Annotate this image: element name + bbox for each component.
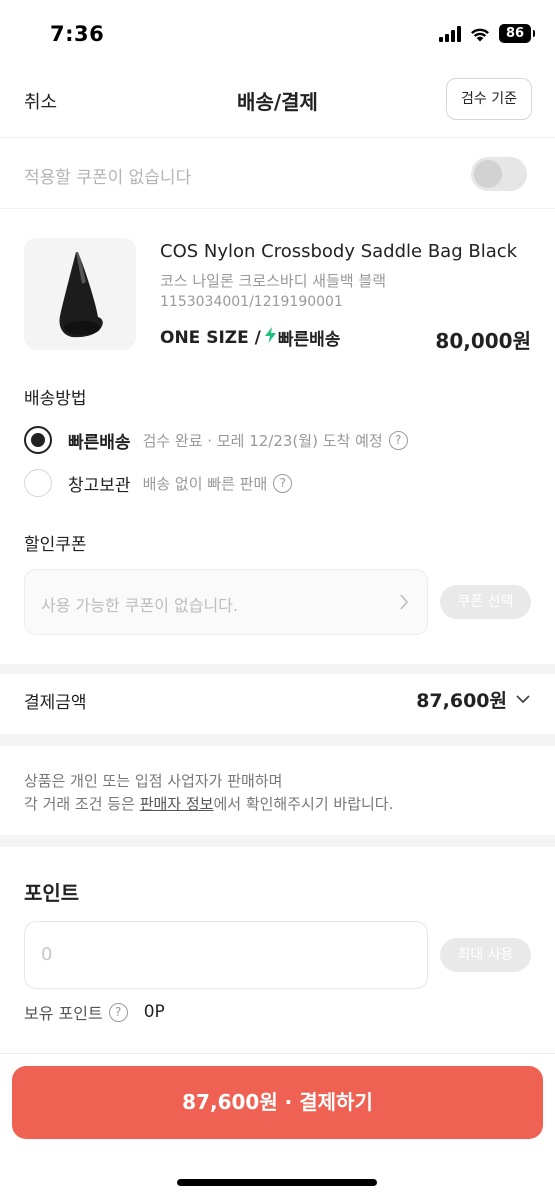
toggle-knob [474, 160, 502, 188]
chevron-down-icon[interactable] [515, 694, 531, 704]
help-icon[interactable]: ? [388, 430, 408, 450]
header: 취소 배송/결제 검수 기준 [0, 70, 555, 138]
section-divider [0, 835, 555, 847]
delivery-option-desc: 배송 없이 빠른 판매 [142, 474, 268, 493]
section-divider [0, 734, 555, 746]
product-image [24, 238, 136, 350]
radio-button[interactable] [24, 426, 52, 454]
delivery-option-label: 빠른배송 [68, 432, 131, 453]
points-title: 포인트 [24, 881, 80, 905]
radio-button[interactable] [24, 469, 52, 497]
pay-button[interactable]: 87,600원 · 결제하기 [12, 1066, 543, 1139]
wifi-icon [469, 26, 491, 42]
notice-text: 각 거래 조건 등은 [24, 795, 140, 813]
payment-amount-label: 결제금액 [24, 693, 87, 713]
coupon-select-box[interactable]: 사용 가능한 쿠폰이 없습니다. [24, 569, 428, 635]
section-divider [0, 664, 555, 674]
express-label: 빠른배송 [277, 330, 341, 350]
notice-line: 각 거래 조건 등은 판매자 정보에서 확인해주시기 바랍니다. [24, 793, 393, 816]
delivery-option-desc: 검수 완료 · 모레 12/23(월) 도착 예정 [142, 431, 383, 450]
help-icon[interactable]: ? [108, 1002, 128, 1022]
payment-amount-row[interactable]: 결제금액 87,600원 [0, 674, 555, 734]
product-option: ONE SIZE / 빠른배송 [160, 325, 340, 350]
discount-coupon-title: 할인쿠폰 [24, 535, 87, 555]
coupon-apply-row: 적용할 쿠폰이 없습니다 [0, 139, 555, 209]
delivery-method-title: 배송방법 [24, 389, 87, 409]
product-korean-name: 코스 나일론 크로스바디 새들백 블랙 [160, 272, 387, 290]
delivery-option-label: 창고보관 [68, 475, 131, 496]
max-use-button[interactable]: 최대 사용 [440, 938, 531, 972]
notice-text: 에서 확인해주시기 바랍니다. [213, 795, 394, 813]
status-bar: 7:36 86 [0, 0, 555, 70]
product-name: COS Nylon Crossbody Saddle Bag Black [160, 241, 518, 262]
product-price: 80,000원 [435, 329, 531, 353]
chevron-right-icon [400, 594, 409, 610]
notice-line: 상품은 개인 또는 입점 사업자가 판매하며 [24, 772, 283, 790]
owned-points-value: 0P [143, 1002, 165, 1022]
coupon-placeholder: 사용 가능한 쿠폰이 없습니다. [41, 596, 238, 615]
status-icons: 86 [439, 24, 535, 43]
status-time: 7:36 [50, 22, 105, 46]
inspection-criteria-button[interactable]: 검수 기준 [446, 78, 532, 120]
delivery-option-storage[interactable]: 창고보관 배송 없이 빠른 판매 ? [24, 469, 293, 497]
battery-icon: 86 [499, 24, 535, 43]
seller-notice: 상품은 개인 또는 입점 사업자가 판매하며 각 거래 조건 등은 판매자 정보… [24, 770, 393, 816]
seller-info-link[interactable]: 판매자 정보 [140, 795, 214, 813]
home-indicator [177, 1179, 377, 1186]
lightning-icon [264, 327, 276, 348]
points-input[interactable]: 0 [24, 921, 428, 989]
coupon-apply-toggle[interactable] [471, 157, 527, 191]
owned-points-label: 보유 포인트 [24, 1004, 103, 1023]
product-size: ONE SIZE / [160, 327, 261, 348]
coupon-apply-text: 적용할 쿠폰이 없습니다 [24, 168, 192, 188]
cellular-signal-icon [439, 25, 461, 42]
owned-points-row: 보유 포인트 ? 0P [24, 1000, 165, 1024]
coupon-select-button[interactable]: 쿠폰 선택 [440, 585, 531, 619]
help-icon[interactable]: ? [273, 473, 293, 493]
bottom-divider [0, 1053, 555, 1054]
product-code: 1153034001/1219190001 [160, 294, 343, 310]
payment-amount-value: 87,600원 [416, 690, 507, 712]
delivery-option-express[interactable]: 빠른배송 검수 완료 · 모레 12/23(월) 도착 예정 ? [24, 426, 408, 454]
bag-icon [59, 252, 103, 338]
